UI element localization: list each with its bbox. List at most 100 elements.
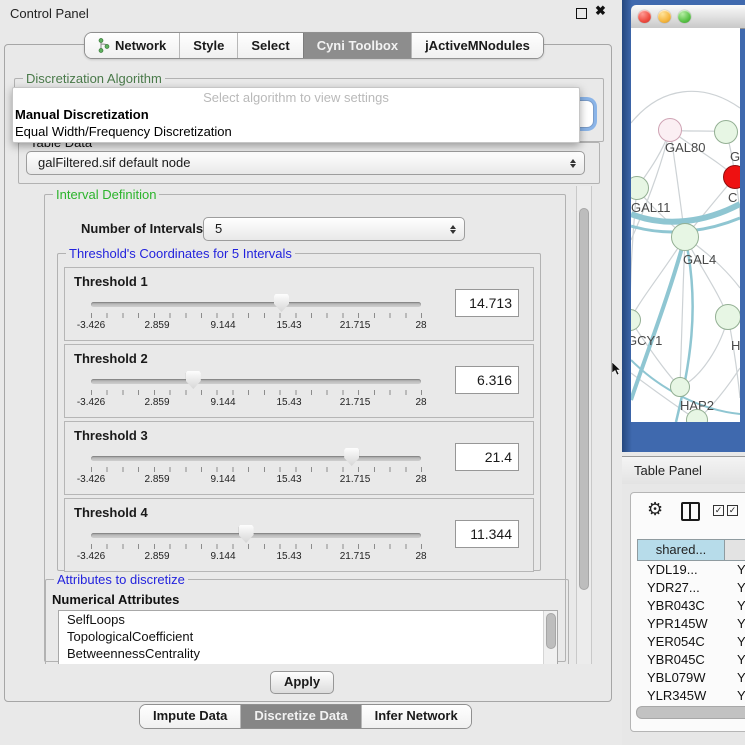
- number-of-intervals-label: Number of Intervals: [81, 221, 203, 236]
- group-title: Attributes to discretize: [54, 572, 188, 587]
- threshold-value-field[interactable]: 11.344: [455, 520, 519, 548]
- interval-definition-group: Interval Definition Number of Intervals …: [44, 194, 566, 662]
- tab-discretize-data[interactable]: Discretize Data: [240, 705, 360, 728]
- table-row[interactable]: YER054CYER0: [637, 633, 745, 651]
- table-hscrollbar-thumb[interactable]: [636, 706, 745, 719]
- tab-jactivemnodules[interactable]: jActiveMNodules: [411, 33, 543, 58]
- attributes-listbox[interactable]: SelfLoopsTopologicalCoefficientBetweenne…: [58, 610, 558, 664]
- table-row[interactable]: YLR345WYLR3: [637, 687, 745, 705]
- group-title: Interval Definition: [53, 187, 159, 202]
- tab-label: Network: [115, 38, 166, 53]
- table-row[interactable]: YDL19...YDL1: [637, 561, 745, 579]
- slider-track: [91, 533, 421, 538]
- threshold-panel: Threshold 2 -3.4262.8599.14415.4321.7152…: [64, 344, 534, 418]
- tick-label: 15.43: [276, 474, 301, 485]
- slider-thumb[interactable]: [344, 448, 359, 466]
- close-traffic-light[interactable]: [638, 10, 651, 23]
- cell-shared-name: YBL079W: [637, 669, 725, 687]
- close-icon[interactable]: ✖: [595, 3, 606, 19]
- network-node-label: GCY1: [631, 333, 662, 348]
- spinner-arrows-icon: [570, 152, 576, 174]
- list-scrollbar-thumb[interactable]: [546, 613, 556, 649]
- gear-icon[interactable]: ⚙: [647, 499, 663, 520]
- network-node[interactable]: [671, 223, 699, 251]
- table-row[interactable]: YBR043CYBR0: [637, 597, 745, 615]
- table-data-group: Table Data galFiltered.sif default node: [18, 142, 600, 184]
- table-row[interactable]: YBR045CYBR0: [637, 651, 745, 669]
- slider-thumb[interactable]: [274, 294, 289, 312]
- attribute-items: SelfLoopsTopologicalCoefficientBetweenne…: [59, 611, 557, 662]
- cell-shared-name: YLR345W: [637, 687, 725, 705]
- tick-label: 15.43: [276, 397, 301, 408]
- number-of-intervals-combobox[interactable]: 5: [203, 217, 465, 241]
- tick-label: 9.144: [210, 320, 235, 331]
- checkbox-icon[interactable]: ✓: [713, 505, 724, 516]
- slider-ticks: [91, 313, 422, 318]
- apply-button[interactable]: Apply: [270, 671, 334, 694]
- cell-name: YBR0: [725, 597, 745, 615]
- network-node[interactable]: [670, 377, 690, 397]
- threshold-slider[interactable]: -3.4262.8599.14415.4321.71528: [91, 499, 421, 571]
- table-row[interactable]: YBL079WYBL0: [637, 669, 745, 687]
- threshold-value-field[interactable]: 21.4: [455, 443, 519, 471]
- settings-scroll-area: Interval Definition Number of Intervals …: [8, 186, 592, 664]
- network-node[interactable]: [714, 120, 738, 144]
- settings-scrollbar[interactable]: [576, 186, 592, 664]
- cell-name: YBL0: [725, 669, 745, 687]
- list-item[interactable]: SelfLoops: [59, 611, 557, 628]
- threshold-slider[interactable]: -3.4262.8599.14415.4321.71528: [91, 345, 421, 417]
- table-row[interactable]: YDR27...YDR2: [637, 579, 745, 597]
- dropdown-option-manual[interactable]: Manual Discretization: [13, 107, 579, 124]
- table-data-combobox[interactable]: galFiltered.sif default node: [26, 151, 585, 175]
- network-node[interactable]: [658, 118, 682, 142]
- tick-label: 21.715: [340, 551, 371, 562]
- split-columns-icon[interactable]: [681, 502, 700, 521]
- network-icon: [98, 38, 110, 53]
- settings-scrollbar-thumb[interactable]: [579, 208, 589, 590]
- tab-style[interactable]: Style: [179, 33, 237, 58]
- algorithm-dropdown-popup: Select algorithm to view settings Manual…: [12, 87, 580, 143]
- tab-label: Impute Data: [153, 708, 227, 723]
- tab-impute-data[interactable]: Impute Data: [140, 705, 240, 728]
- network-window-titlebar[interactable]: [631, 5, 745, 29]
- slider-track: [91, 379, 421, 384]
- threshold-value-field[interactable]: 14.713: [455, 289, 519, 317]
- list-item[interactable]: BetweennessCentrality: [59, 645, 557, 662]
- slider-tick-labels: -3.4262.8599.14415.4321.71528: [91, 551, 421, 565]
- slider-ticks: [91, 544, 422, 549]
- table-panel: ⚙ ✓ ✓ shared... n YDL19...YDL1YDR27...YD…: [622, 484, 745, 745]
- network-node-label: G: [730, 149, 740, 164]
- threshold-value-field[interactable]: 6.316: [455, 366, 519, 394]
- dropdown-option-equal-width[interactable]: Equal Width/Frequency Discretization: [13, 124, 579, 141]
- network-node-label: GAL11: [631, 200, 671, 215]
- float-window-icon[interactable]: [576, 8, 587, 19]
- list-item[interactable]: TopologicalCoefficient: [59, 628, 557, 645]
- column-header-shared-name[interactable]: shared...: [637, 539, 725, 561]
- network-node[interactable]: [715, 304, 740, 330]
- column-header-name[interactable]: n: [725, 539, 745, 561]
- cell-shared-name: YPR145W: [637, 615, 725, 633]
- tab-network[interactable]: Network: [85, 33, 179, 58]
- cell-shared-name: YBR045C: [637, 651, 725, 669]
- network-canvas[interactable]: GAL80GCGAL11GAL4GCY1HHAP2: [631, 28, 740, 422]
- slider-thumb[interactable]: [239, 525, 254, 543]
- tab-label: Cyni Toolbox: [317, 38, 398, 53]
- network-node-label: H: [731, 338, 740, 353]
- table-hscrollbar[interactable]: [636, 705, 745, 718]
- checkbox-icon[interactable]: ✓: [727, 505, 738, 516]
- slider-thumb[interactable]: [186, 371, 201, 389]
- tab-infer-network[interactable]: Infer Network: [361, 705, 471, 728]
- tick-label: 28: [415, 397, 426, 408]
- list-scrollbar[interactable]: [543, 611, 557, 664]
- threshold-slider[interactable]: -3.4262.8599.14415.4321.71528: [91, 422, 421, 494]
- tab-select[interactable]: Select: [237, 33, 302, 58]
- network-node[interactable]: [723, 165, 740, 189]
- control-panel-tabbar: Network Style Select Cyni Toolbox jActiv…: [84, 32, 544, 59]
- minimize-traffic-light[interactable]: [658, 10, 671, 23]
- threshold-slider[interactable]: -3.4262.8599.14415.4321.71528: [91, 268, 421, 340]
- tab-cyni-toolbox[interactable]: Cyni Toolbox: [303, 33, 411, 58]
- zoom-traffic-light[interactable]: [678, 10, 691, 23]
- network-node-label: GAL4: [683, 252, 716, 267]
- table-row[interactable]: YPR145WYPR1: [637, 615, 745, 633]
- tick-label: 21.715: [340, 397, 371, 408]
